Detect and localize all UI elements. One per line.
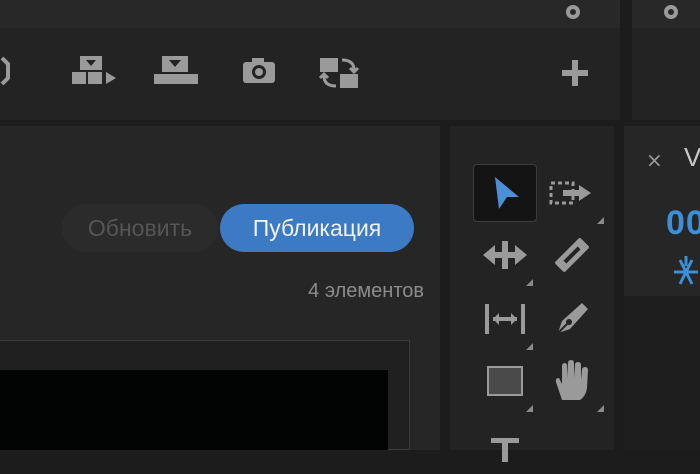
monitor-toolbar-right — [632, 28, 700, 120]
publish-button[interactable]: Публикация — [220, 204, 414, 252]
tool-flyout-indicator — [526, 343, 533, 350]
pen-tool[interactable] — [540, 290, 604, 348]
swap-compare-icon[interactable] — [318, 54, 360, 90]
right-panel-tab[interactable]: V — [684, 142, 700, 173]
track-select-forward-tool[interactable] — [540, 164, 604, 224]
close-panel-button[interactable]: × — [646, 148, 663, 172]
insert-partial-icon[interactable] — [0, 56, 14, 86]
timecode-display[interactable]: 00 — [666, 204, 700, 243]
tool-flyout-indicator — [526, 279, 533, 286]
add-button-icon[interactable] — [562, 60, 588, 86]
tool-flyout-indicator — [597, 405, 604, 412]
export-frame-icon[interactable] — [242, 56, 276, 84]
right-panel-body — [624, 296, 700, 450]
tool-flyout-indicator — [526, 405, 533, 412]
tool-flyout-indicator — [597, 217, 604, 224]
clip-thumbnail[interactable] — [0, 370, 388, 450]
top-panel-strip — [0, 0, 620, 28]
panel-options-circle-icon[interactable] — [664, 5, 678, 19]
rectangle-tool[interactable] — [473, 352, 537, 412]
items-count-label: 4 элементов — [308, 280, 424, 302]
selection-tool[interactable] — [473, 164, 537, 222]
ripple-edit-tool[interactable] — [473, 226, 537, 286]
slip-tool[interactable] — [473, 290, 537, 350]
hand-tool[interactable] — [540, 352, 604, 412]
type-tool[interactable] — [473, 416, 537, 474]
refresh-button[interactable]: Обновить — [62, 204, 218, 252]
overwrite-icon[interactable] — [72, 54, 118, 88]
panel-options-circle-icon[interactable] — [566, 5, 580, 19]
razor-tool[interactable] — [540, 226, 604, 284]
lift-icon[interactable] — [152, 54, 200, 86]
snap-icon[interactable] — [672, 254, 700, 288]
